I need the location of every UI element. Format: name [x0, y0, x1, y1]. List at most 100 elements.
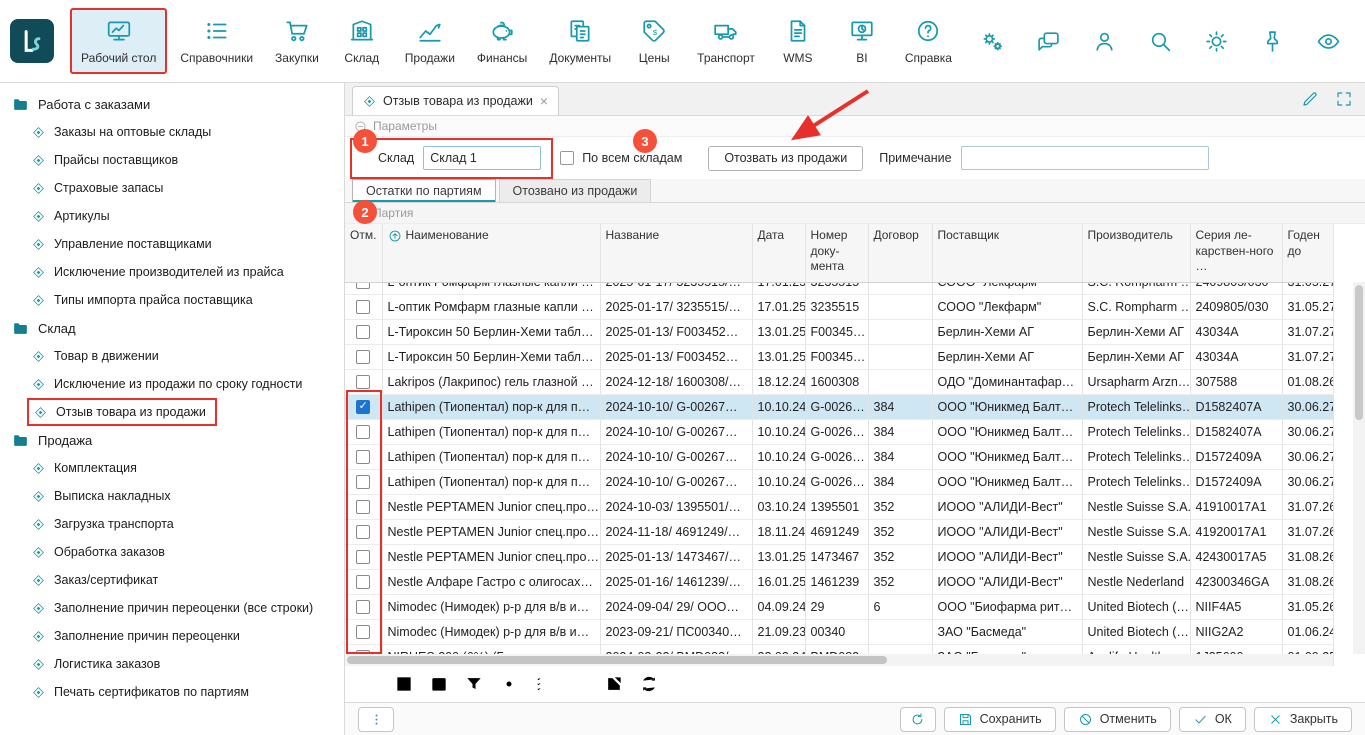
tree-item[interactable]: Заполнение причин переоценки: [32, 622, 344, 650]
cancel-button[interactable]: Отменить: [1064, 707, 1171, 732]
table-row[interactable]: Nimodec (Нимодек) р-р для в/в и…2024-09-…: [345, 594, 1333, 619]
nav-wms[interactable]: WMS: [768, 5, 828, 77]
row-checkbox[interactable]: [356, 550, 370, 564]
column-header[interactable]: Производитель: [1082, 224, 1190, 282]
calendar-icon[interactable]: [429, 674, 449, 694]
pin-icon[interactable]: [1260, 29, 1285, 54]
close-button[interactable]: Закрыть: [1254, 707, 1352, 732]
app-logo[interactable]: [10, 19, 54, 63]
row-checkbox[interactable]: [356, 600, 370, 614]
table-row[interactable]: Lathipen (Тиопентал) пор-к для п…2024-10…: [345, 419, 1333, 444]
subtab[interactable]: Остатки по партиям: [352, 179, 496, 202]
tree-group-Склад[interactable]: Склад: [0, 314, 344, 342]
tree-item[interactable]: Исключение производителей из прайса: [32, 258, 344, 286]
table-row[interactable]: Lakripos (Лакрипос) гель глазной …2024-1…: [345, 369, 1333, 394]
nav-help[interactable]: Справка: [896, 5, 961, 77]
tab-close-icon[interactable]: ×: [540, 94, 548, 108]
eye-icon[interactable]: [1316, 29, 1341, 54]
table-row[interactable]: Nestle PEPTAMEN Junior спец.про…2024-10-…: [345, 494, 1333, 519]
row-checkbox[interactable]: [356, 475, 370, 489]
refresh-button[interactable]: [900, 707, 936, 732]
save-button[interactable]: Сохранить: [944, 707, 1056, 732]
tree-item[interactable]: Заказы на оптовые склады: [32, 118, 344, 146]
list-add-icon[interactable]: [569, 674, 589, 694]
nav-desktop[interactable]: Рабочий стол: [70, 8, 167, 74]
nav-directory[interactable]: Справочники: [171, 5, 262, 77]
tree-item[interactable]: Управление поставщиками: [32, 230, 344, 258]
table-row[interactable]: Nestle PEPTAMEN Junior спец.про…2024-11-…: [345, 519, 1333, 544]
row-checkbox[interactable]: [356, 500, 370, 514]
ok-button[interactable]: ОК: [1179, 707, 1246, 732]
table-row[interactable]: L-оптик Ромфарм глазные капли …2025-01-1…: [345, 294, 1333, 319]
tree-item[interactable]: Артикулы: [32, 202, 344, 230]
column-header[interactable]: Отм.: [345, 224, 382, 282]
tree-item[interactable]: Товар в движении: [32, 342, 344, 370]
tree-group-Продажа[interactable]: Продажа: [0, 426, 344, 454]
note-input[interactable]: [961, 146, 1209, 170]
subtab[interactable]: Отозвано из продажи: [499, 179, 652, 202]
column-header[interactable]: Поставщик: [932, 224, 1082, 282]
tree-item[interactable]: Страховые запасы: [32, 174, 344, 202]
row-checkbox[interactable]: [356, 375, 370, 389]
tree-item[interactable]: Исключение из продажи по сроку годности: [32, 370, 344, 398]
search-icon[interactable]: [1148, 29, 1173, 54]
nav-prices[interactable]: $Цены: [624, 5, 684, 77]
row-checkbox[interactable]: [356, 575, 370, 589]
tree-item[interactable]: Отзыв товара из продажи: [27, 398, 217, 426]
nav-finance[interactable]: Финансы: [468, 5, 536, 77]
tree-item[interactable]: Обработка заказов: [32, 538, 344, 566]
scrollbar-thumb[interactable]: [347, 656, 887, 664]
tree-item[interactable]: Типы импорта прайса поставщика: [32, 286, 344, 314]
horizontal-scrollbar[interactable]: [345, 654, 1333, 666]
messages-icon[interactable]: [1036, 29, 1061, 54]
row-checkbox[interactable]: [356, 625, 370, 639]
nav-warehouse[interactable]: Склад: [332, 5, 392, 77]
row-checkbox[interactable]: [356, 325, 370, 339]
gear-icon[interactable]: [499, 674, 519, 694]
brightness-icon[interactable]: [1204, 29, 1229, 54]
nav-purchases[interactable]: Закупки: [266, 5, 328, 77]
row-checkbox[interactable]: [356, 282, 370, 289]
settings-gears-icon[interactable]: [980, 29, 1005, 54]
row-checkbox[interactable]: [356, 350, 370, 364]
nav-transport[interactable]: Транспорт: [688, 5, 764, 77]
tree-item[interactable]: Логистика заказов: [32, 650, 344, 678]
edit-icon[interactable]: [1301, 90, 1319, 108]
table-row[interactable]: Lathipen (Тиопентал) пор-к для п…2024-10…: [345, 444, 1333, 469]
tree-item[interactable]: Заполнение причин переоценки (все строки…: [32, 594, 344, 622]
scrollbar-thumb[interactable]: [1355, 285, 1363, 420]
grid-view-icon[interactable]: [394, 674, 414, 694]
list-view-icon[interactable]: [359, 674, 379, 694]
warehouse-input[interactable]: [423, 146, 541, 170]
tree-item[interactable]: Печать сертификатов по партиям: [32, 678, 344, 706]
table-row[interactable]: L-Тироксин 50 Берлин-Хеми табл…2025-01-1…: [345, 344, 1333, 369]
export-icon[interactable]: [604, 674, 624, 694]
row-checkbox[interactable]: ✓: [356, 400, 370, 414]
filter-icon[interactable]: [464, 674, 484, 694]
column-header[interactable]: Годен до: [1282, 224, 1333, 282]
more-button[interactable]: [358, 707, 394, 732]
table-row[interactable]: L-оптик Ромфарм глазные капли …2025-01-1…: [345, 282, 1333, 294]
table-row[interactable]: Nimodec (Нимодек) р-р для в/в и…2023-09-…: [345, 619, 1333, 644]
table-row[interactable]: Lathipen (Тиопентал) пор-к для п…2024-10…: [345, 469, 1333, 494]
row-checkbox[interactable]: [356, 450, 370, 464]
user-icon[interactable]: [1092, 29, 1117, 54]
tree-item[interactable]: Комплектация: [32, 454, 344, 482]
tab-recall-product[interactable]: Отзыв товара из продажи ×: [352, 86, 559, 115]
nav-sales[interactable]: Продажи: [396, 5, 464, 77]
tree-group-Работа с заказами[interactable]: Работа с заказами: [0, 90, 344, 118]
row-checkbox[interactable]: [356, 525, 370, 539]
table-row[interactable]: Nestle PEPTAMEN Junior спец.про…2025-01-…: [345, 544, 1333, 569]
table-row[interactable]: ✓Lathipen (Тиопентал) пор-к для п…2024-1…: [345, 394, 1333, 419]
checklist-icon[interactable]: [534, 674, 554, 694]
column-header[interactable]: Договор: [868, 224, 932, 282]
column-header[interactable]: Дата: [752, 224, 805, 282]
row-checkbox[interactable]: [356, 300, 370, 314]
column-header[interactable]: Номер доку-мента: [805, 224, 868, 282]
column-header[interactable]: Наименование: [382, 224, 600, 282]
column-header[interactable]: Серия ле-карствен-ного …: [1190, 224, 1282, 282]
nav-documents[interactable]: Документы: [540, 5, 620, 77]
table-row[interactable]: L-Тироксин 50 Берлин-Хеми табл…2025-01-1…: [345, 319, 1333, 344]
all-warehouses-checkbox[interactable]: [560, 151, 574, 165]
row-checkbox[interactable]: [356, 425, 370, 439]
